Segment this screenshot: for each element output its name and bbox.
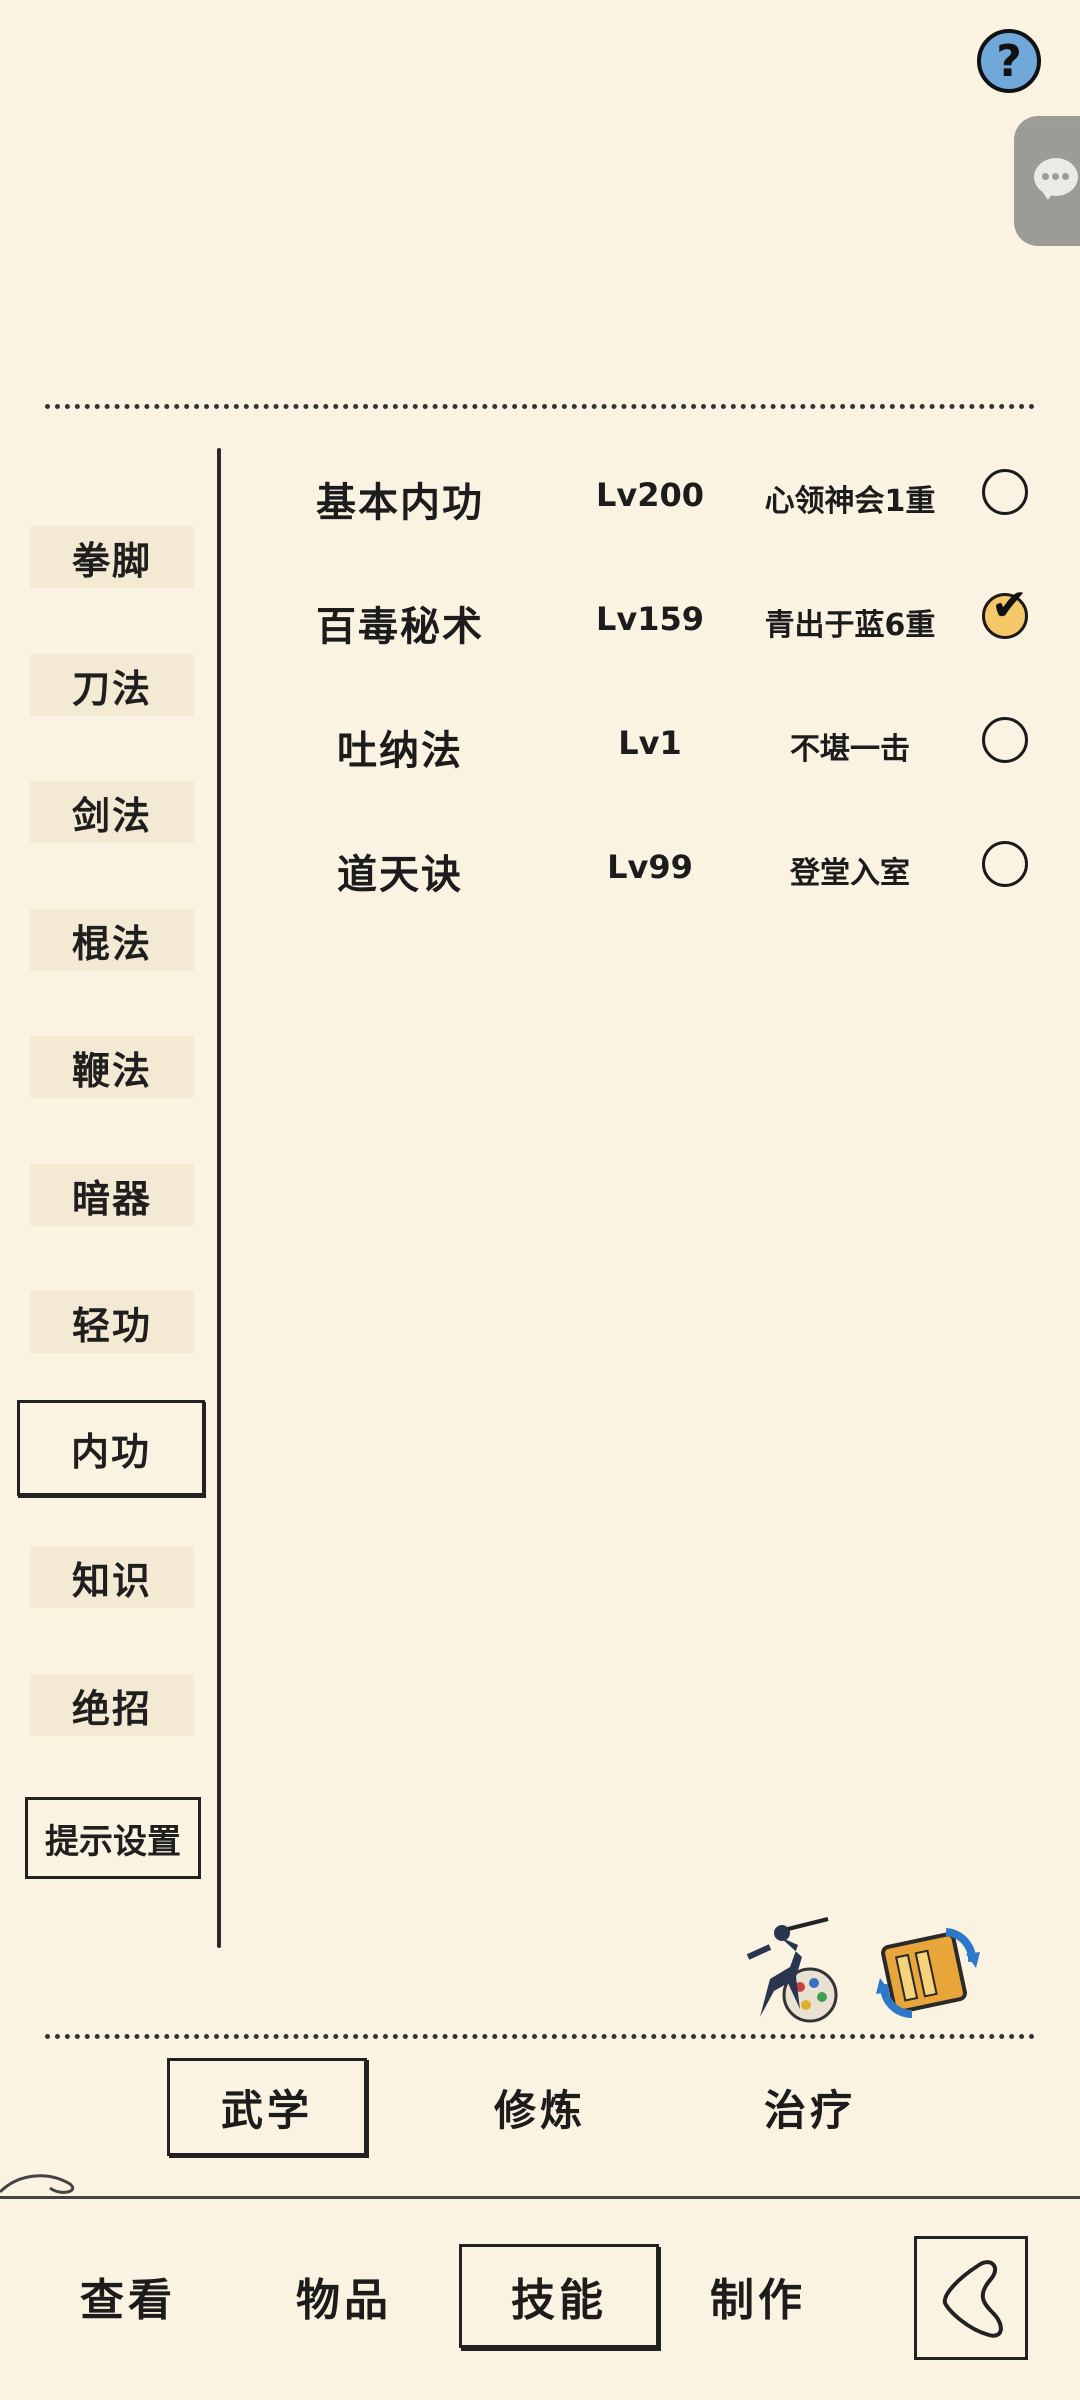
skill-rank: 青出于蓝6重 [764, 608, 936, 643]
category-neigong[interactable]: 内功 [17, 1400, 205, 1496]
tab-zhiliao[interactable]: 治疗 [710, 2058, 910, 2156]
bottom-divider [45, 2034, 1035, 2039]
skill-select-radio[interactable] [982, 717, 1028, 763]
category-qinggong[interactable]: 轻功 [30, 1291, 194, 1353]
skill-name: 基本内功 [316, 480, 484, 526]
skill-rank: 心领神会1重 [764, 484, 936, 519]
skill-rank: 不堪一击 [790, 732, 910, 767]
chat-dot [1062, 173, 1069, 180]
skill-select-radio[interactable] [982, 841, 1028, 887]
category-zhishi[interactable]: 知识 [30, 1546, 194, 1608]
skill-row[interactable]: 百毒秘术 Lv159 青出于蓝6重 ✔ [230, 580, 1060, 660]
checkmark-icon: ✔ [991, 580, 1028, 631]
skill-row[interactable]: 吐纳法 Lv1 不堪一击 [230, 704, 1060, 784]
scroll-swap-icon[interactable] [876, 1918, 980, 2022]
question-mark-icon: ? [996, 35, 1022, 87]
category-anqi[interactable]: 暗器 [30, 1164, 194, 1226]
category-jianfa[interactable]: 剑法 [30, 781, 194, 843]
skill-select-radio[interactable]: ✔ [982, 580, 1028, 639]
category-juezhao[interactable]: 绝招 [30, 1674, 194, 1736]
tab-wuxue[interactable]: 武学 [167, 2058, 367, 2156]
nav-chakan[interactable]: 查看 [28, 2244, 228, 2348]
top-divider [45, 404, 1035, 409]
ninja-paint-icon[interactable] [740, 1917, 840, 2025]
category-gunfa[interactable]: 棍法 [30, 909, 194, 971]
chat-tab-button[interactable] [1014, 116, 1080, 246]
nav-wupin[interactable]: 物品 [244, 2244, 444, 2348]
skill-name: 道天诀 [337, 852, 463, 898]
skills-screen: ? 拳脚 刀法 剑法 棍法 鞭法 暗器 轻功 内功 知识 绝招 提示设置 基本内… [0, 0, 1080, 2400]
nav-jineng[interactable]: 技能 [459, 2244, 659, 2348]
skill-row[interactable]: 道天诀 Lv99 登堂入室 [230, 828, 1060, 908]
skill-name: 百毒秘术 [316, 604, 484, 650]
help-button[interactable]: ? [977, 29, 1041, 93]
back-button[interactable] [914, 2236, 1028, 2360]
nav-zhizuo[interactable]: 制作 [658, 2244, 858, 2348]
chat-dot [1052, 173, 1059, 180]
skill-rank: 登堂入室 [790, 856, 910, 891]
skill-select-radio[interactable] [982, 469, 1028, 515]
skill-name: 吐纳法 [337, 728, 463, 774]
chat-dot [1042, 173, 1049, 180]
tab-xiulian[interactable]: 修炼 [440, 2058, 640, 2156]
category-bianfa[interactable]: 鞭法 [30, 1036, 194, 1098]
hint-settings-button[interactable]: 提示设置 [25, 1797, 201, 1879]
category-quanjiao[interactable]: 拳脚 [30, 526, 194, 588]
skill-row[interactable]: 基本内功 Lv200 心领神会1重 [230, 456, 1060, 536]
back-chevron-icon [942, 2260, 1003, 2338]
sidebar-divider [217, 448, 221, 1948]
category-daofa[interactable]: 刀法 [30, 654, 194, 716]
